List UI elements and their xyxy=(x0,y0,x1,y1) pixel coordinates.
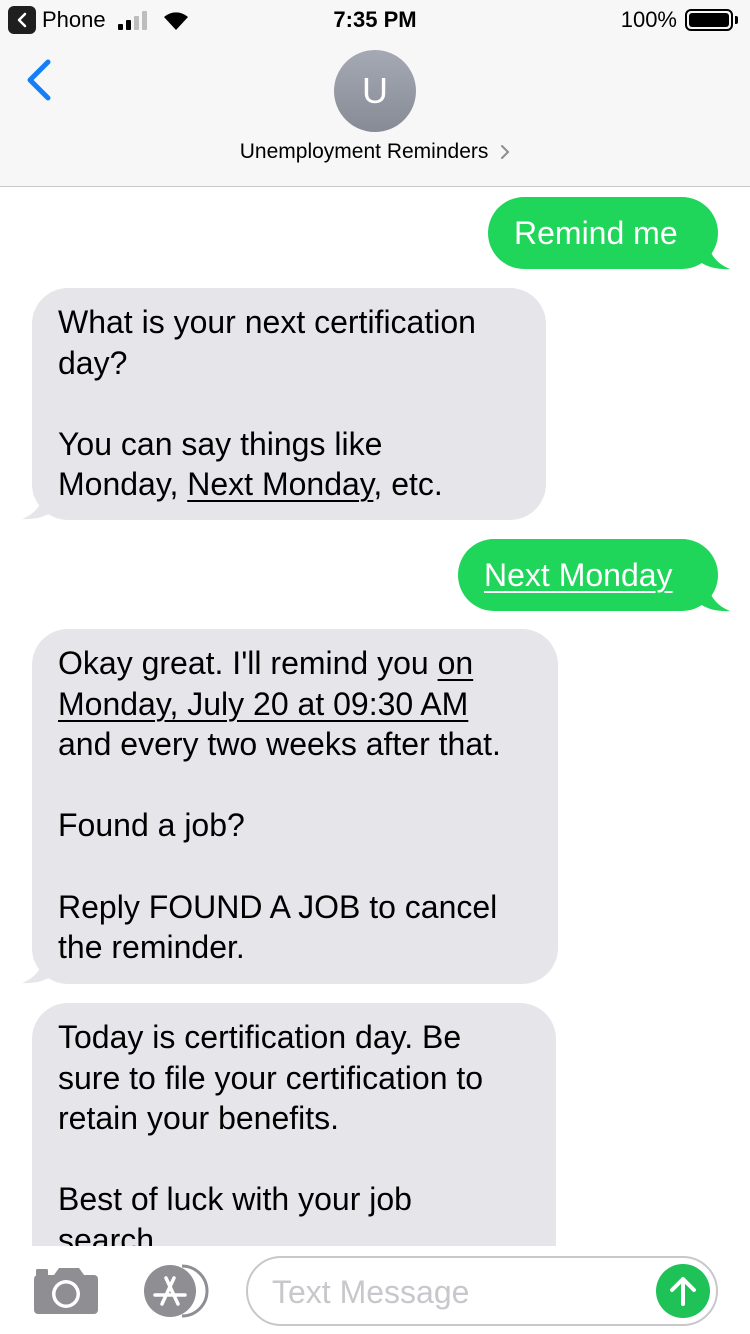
send-arrow-icon xyxy=(670,1277,696,1306)
battery-fill xyxy=(689,13,729,27)
battery-icon xyxy=(685,9,733,31)
date-link[interactable]: on xyxy=(438,645,474,681)
message-line: the reminder. xyxy=(58,929,245,966)
message-line: Found a job? xyxy=(58,807,245,844)
app-store-button[interactable] xyxy=(140,1264,212,1318)
status-bar: Phone 7:35 PM 100% xyxy=(0,0,750,40)
message-line: search. xyxy=(58,1221,163,1246)
text-run: Okay great. I'll remind you xyxy=(58,645,438,681)
incoming-message-bubble[interactable]: Today is certification day. Be sure to f… xyxy=(32,1003,556,1246)
date-link[interactable]: Next Monday xyxy=(484,557,673,593)
chevron-right-icon xyxy=(501,145,510,160)
avatar-initial: U xyxy=(362,70,388,111)
message-line: retain your benefits. xyxy=(58,1100,340,1137)
message-line: Reply FOUND A JOB to cancel xyxy=(58,888,498,925)
message-line: Remind me xyxy=(514,215,678,251)
message-input-field[interactable] xyxy=(246,1256,718,1326)
app-store-icon xyxy=(144,1264,209,1318)
message-thread[interactable]: Remind me What is your next certificatio… xyxy=(0,188,750,1246)
conversation-header: U Unemployment Reminders xyxy=(0,40,750,187)
wifi-icon xyxy=(163,12,188,30)
camera-button[interactable] xyxy=(32,1266,100,1316)
message-line: Monday, Next Monday, etc. xyxy=(58,464,546,505)
outgoing-message-bubble[interactable]: Next Monday xyxy=(458,539,718,611)
message-line: What is your next certification xyxy=(58,304,476,340)
battery-percent: 100% xyxy=(620,7,677,32)
contact-name: Unemployment Reminders xyxy=(239,140,489,163)
messages-screen: Phone 7:35 PM 100% U Unemployment Remind… xyxy=(0,0,750,1334)
message-input[interactable] xyxy=(272,1270,642,1314)
chevron-left-icon xyxy=(27,59,51,101)
incoming-message-bubble[interactable]: What is your next certification day? You… xyxy=(32,288,546,520)
outgoing-message-bubble[interactable]: Remind me xyxy=(488,197,718,269)
text-run: Monday, xyxy=(58,466,188,503)
message-line: Best of luck with your job xyxy=(58,1181,412,1218)
message-line: Next Monday xyxy=(484,555,718,596)
bubble-tail xyxy=(700,244,730,270)
message-line: You can say things like xyxy=(58,425,383,462)
status-left: Phone xyxy=(8,6,191,34)
back-button[interactable] xyxy=(22,58,58,102)
bubble-tail xyxy=(22,494,52,520)
date-link[interactable]: Monday, July 20 at 09:30 AM xyxy=(58,686,468,722)
contact-avatar[interactable]: U xyxy=(334,50,416,132)
text-run: , etc. xyxy=(373,466,443,503)
message-line: Okay great. I'll remind you on xyxy=(58,643,558,684)
message-line: day? xyxy=(58,344,128,381)
bubble-tail xyxy=(700,586,730,612)
cellular-signal-icon xyxy=(117,10,147,30)
camera-icon xyxy=(34,1268,98,1314)
date-link[interactable]: Next Monday xyxy=(187,466,373,502)
back-to-app-label[interactable]: Phone xyxy=(42,7,106,33)
send-button[interactable] xyxy=(656,1264,710,1318)
incoming-message-bubble[interactable]: Okay great. I'll remind you on Monday, J… xyxy=(32,629,558,984)
message-line: sure to file your certification to xyxy=(58,1059,484,1096)
battery-tip xyxy=(735,16,738,24)
message-line: Monday, July 20 at 09:30 AM xyxy=(58,684,558,725)
message-line: and every two weeks after that. xyxy=(58,726,501,763)
message-line: Today is certification day. Be xyxy=(58,1019,462,1055)
bubble-tail xyxy=(22,958,52,984)
contact-name-button[interactable]: Unemployment Reminders xyxy=(0,140,750,164)
back-to-app-icon xyxy=(17,12,27,28)
status-right: 100% xyxy=(621,7,738,33)
back-to-app-button[interactable] xyxy=(8,6,36,34)
compose-bar xyxy=(0,1246,750,1334)
